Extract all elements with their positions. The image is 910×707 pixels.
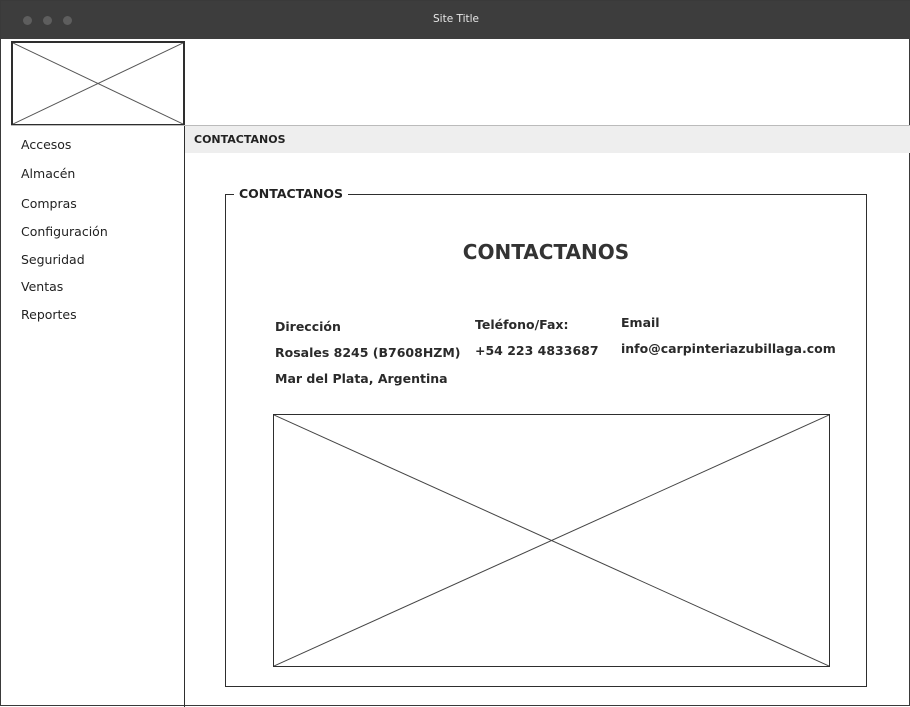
breadcrumb: CONTACTANOS — [185, 126, 910, 153]
address-block: Dirección Rosales 8245 (B7608HZM) Mar de… — [275, 314, 461, 392]
email-label: Email — [621, 315, 660, 330]
address-line1: Rosales 8245 (B7608HZM) — [275, 345, 461, 360]
map-placeholder — [273, 414, 830, 667]
page-title: CONTACTANOS — [462, 240, 630, 264]
breadcrumb-label: CONTACTANOS — [194, 133, 286, 146]
sidebar-item-reportes[interactable]: Reportes — [21, 307, 77, 322]
sidebar-item-configuracion[interactable]: Configuración — [21, 224, 108, 239]
contact-fieldset: CONTACTANOS CONTACTANOS Dirección Rosale… — [225, 186, 867, 687]
address-line2: Mar del Plata, Argentina — [275, 371, 448, 386]
image-placeholder-icon — [274, 415, 829, 666]
address-label: Dirección — [275, 319, 341, 334]
phone-label: Teléfono/Fax: — [475, 317, 569, 332]
window-title: Site Title — [433, 13, 479, 25]
logo-placeholder — [11, 41, 185, 126]
fieldset-legend: CONTACTANOS — [234, 186, 348, 201]
email-value[interactable]: info@carpinteriazubillaga.com — [621, 336, 836, 362]
sidebar-item-compras[interactable]: Compras — [21, 196, 77, 211]
sidebar-item-ventas[interactable]: Ventas — [21, 279, 63, 294]
image-placeholder-icon — [13, 43, 183, 124]
title-bar: Site Title — [1, 1, 910, 39]
sidebar-nav: Accesos Almacén Compras Configuración Se… — [11, 126, 185, 707]
email-block: Email info@carpinteriazubillaga.com — [621, 310, 836, 362]
sidebar-item-seguridad[interactable]: Seguridad — [21, 252, 85, 267]
phone-value: +54 223 4833687 — [475, 343, 599, 358]
phone-block: Teléfono/Fax: +54 223 4833687 — [475, 312, 599, 364]
sidebar-item-accesos[interactable]: Accesos — [21, 137, 71, 152]
sidebar-item-almacen[interactable]: Almacén — [21, 166, 75, 181]
browser-window: Site Title Accesos Almacén Compras Confi… — [0, 0, 910, 707]
